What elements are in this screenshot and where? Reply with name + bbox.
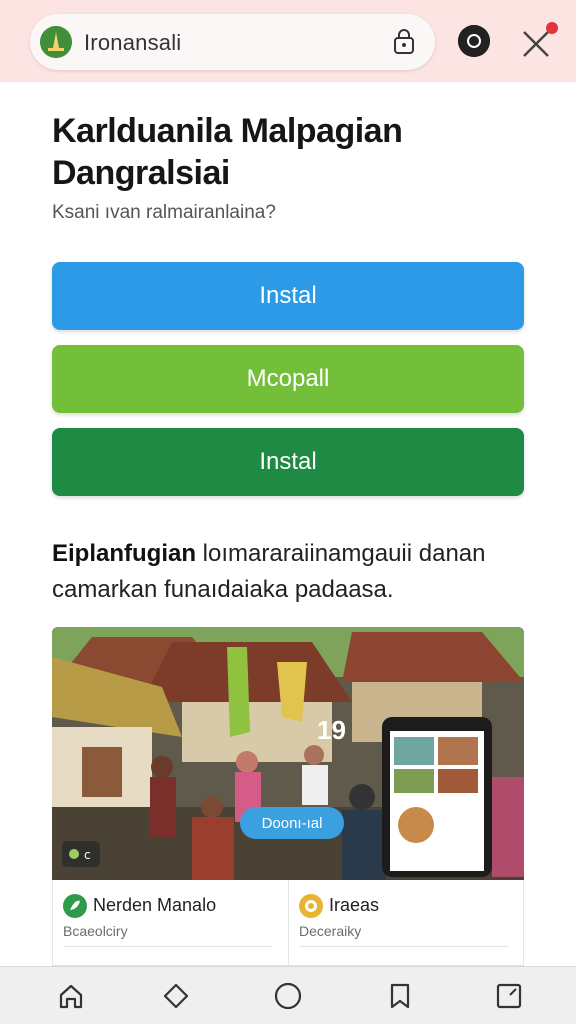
card-divider [63, 946, 273, 947]
page-title: Karlduanila Malpagian Dangralsiai [52, 112, 403, 192]
leaf-icon [63, 894, 87, 918]
description: Eiplanfugian loımararaiinamgauii danan c… [52, 536, 532, 608]
card-right[interactable]: Iraeas Deceraiky [289, 880, 525, 966]
secondary-button[interactable]: Mcopall [52, 345, 524, 413]
bookmark-icon[interactable] [385, 981, 415, 1011]
tag-icon[interactable] [161, 981, 191, 1011]
svg-text:c: c [84, 848, 91, 862]
install-button[interactable]: Instal [52, 262, 524, 330]
home-icon[interactable] [56, 981, 86, 1011]
hero-image[interactable]: 19 Dоonı-ıal c [52, 627, 524, 880]
emblem-icon [299, 894, 323, 918]
install-button-alt[interactable]: Instal [52, 428, 524, 496]
site-logo-icon [40, 26, 72, 58]
browser-toolbar: Ironansali [0, 0, 576, 82]
address-bar[interactable]: Ironansali [30, 14, 435, 70]
card-title: Nerden Manalo [93, 895, 217, 915]
village-scene-image [52, 627, 524, 880]
card-title: Iraeas [329, 895, 380, 915]
notification-dot [546, 22, 558, 34]
hero-sign-number: 19 [317, 715, 346, 745]
card-left[interactable]: Nerden Manalo Bcaeolciry [53, 880, 289, 966]
bottom-navigation [0, 966, 576, 1024]
description-bold: Eiplanfugian [52, 540, 196, 567]
gallery-badge[interactable]: c [62, 841, 100, 867]
url-text[interactable]: Ironansali [84, 30, 181, 56]
page-subtitle: Ksani ıvan ralmairanlaina? [52, 202, 276, 223]
account-icon[interactable] [458, 25, 490, 57]
tabs-icon[interactable] [494, 981, 524, 1011]
info-cards: Nerden Manalo Bcaeolciry Iraeas Deceraik… [52, 880, 524, 966]
lock-icon[interactable] [390, 28, 418, 56]
card-subtitle: Deceraiky [299, 923, 362, 939]
circle-icon[interactable] [273, 981, 303, 1011]
card-divider [299, 946, 509, 947]
card-subtitle: Bcaeolciry [63, 923, 128, 939]
download-button[interactable]: Dоonı-ıal [240, 807, 344, 839]
